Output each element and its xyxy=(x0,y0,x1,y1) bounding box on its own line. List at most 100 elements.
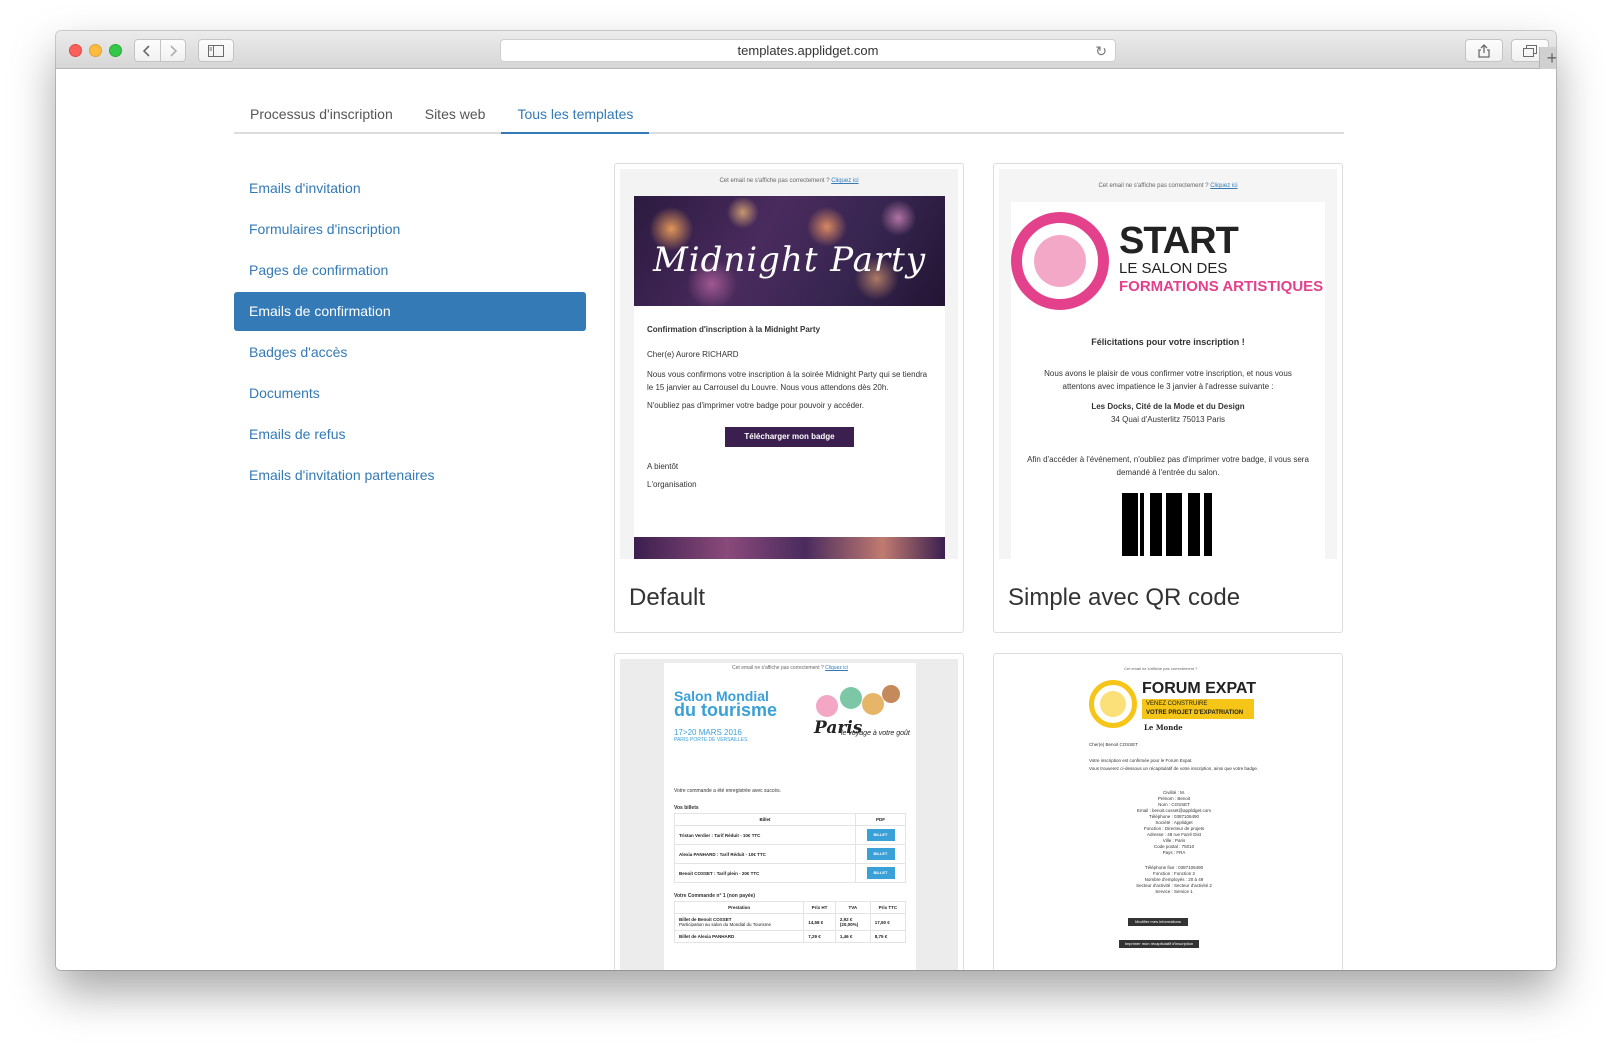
midnight-party-banner: Midnight Party xyxy=(634,196,945,306)
template-preview: Cet email ne s'affiche pas correctement … xyxy=(620,659,958,970)
order-table: Prestation Prix HT TVA Prix TTC Billet d… xyxy=(673,901,907,943)
browser-toolbar: templates.applidget.com ↻ xyxy=(56,31,1556,69)
tagline: le voyage à votre goût xyxy=(841,730,910,737)
ticket-name: Tristan Verdier : Tarif Réduit - 10€ TTC xyxy=(674,825,856,845)
maximize-window-button[interactable] xyxy=(109,44,122,57)
close-window-button[interactable] xyxy=(69,44,82,57)
history-nav xyxy=(134,39,186,62)
edit-info-button: Modifier mes informations xyxy=(1128,918,1188,926)
side-item-pages-confirmation[interactable]: Pages de confirmation xyxy=(234,251,586,290)
email-closing: A bientôt xyxy=(647,461,679,471)
logo-subtitle-2: FORMATIONS ARTISTIQUES xyxy=(1119,278,1324,295)
order-item-tva: 1,46 € xyxy=(834,930,871,943)
print-summary-button: Imprimer mon récapitulatif d'inscription xyxy=(1119,940,1199,948)
tickets-table: Billet PDF Tristan Verdier : Tarif Rédui… xyxy=(674,813,906,883)
order-success-text: Votre commande a été enregistrée avec su… xyxy=(674,788,782,794)
banner-footer xyxy=(634,537,945,559)
top-tabs: Processus d'inscription Sites web Tous l… xyxy=(234,97,1344,134)
email-display-note: Cet email ne s'affiche pas correctement … xyxy=(719,178,859,184)
partner-logo: Le Monde xyxy=(1144,723,1183,732)
tickets-label: Vos billets xyxy=(674,805,699,811)
email-reminder: Afin d'accéder à l'événement, n'oubliez … xyxy=(1027,455,1309,477)
email-display-note: Cet email ne s'affiche pas correctement … xyxy=(1098,183,1238,189)
template-category-nav: Emails d'invitation Formulaires d'inscri… xyxy=(234,169,586,497)
registration-fields: Civilité : M. Prénom : Benoit Nom : COSS… xyxy=(1136,790,1212,855)
forward-icon[interactable] xyxy=(161,40,186,61)
side-item-formulaires-inscription[interactable]: Formulaires d'inscription xyxy=(234,210,586,249)
billet-button: BILLET xyxy=(866,867,895,879)
order-item-ttc: 8,75 € xyxy=(869,930,907,943)
logo-subtitle-1: LE SALON DES xyxy=(1119,260,1228,277)
billet-button: BILLET xyxy=(866,829,895,841)
order-item-ttc: 17,50 € xyxy=(869,913,907,931)
email-body-text: Nous avons le plaisir de vous confirmer … xyxy=(1044,369,1292,391)
template-preview: Cet email ne s'affiche pas correctement … xyxy=(620,169,958,559)
email-reminder: N'oubliez pas d'imprimer votre badge pou… xyxy=(647,401,864,410)
qr-code xyxy=(1122,493,1212,556)
click-here-link: Cliquez ici xyxy=(825,665,848,671)
ticket-name: Alexia PANHARD : Tarif Réduit - 10€ TTC xyxy=(674,844,856,864)
ticket-name: Benoit COSSET : Tarif plein - 20€ TTC xyxy=(674,863,856,883)
side-item-documents[interactable]: Documents xyxy=(234,374,586,413)
forum-subtitle: VENEZ CONSTRUIRE VOTRE PROJET D'EXPATRIA… xyxy=(1142,699,1254,719)
order-label: Votre Commande n° 1 (non payée) xyxy=(674,893,756,899)
email-line-1: Votre inscription est confirmée pour le … xyxy=(1089,758,1193,763)
table-header: TVA xyxy=(834,901,871,914)
tab-tous-les-templates[interactable]: Tous les templates xyxy=(501,97,650,134)
side-item-emails-invitation[interactable]: Emails d'invitation xyxy=(234,169,586,208)
side-item-emails-refus[interactable]: Emails de refus xyxy=(234,415,586,454)
table-row: Benoit COSSET : Tarif plein - 20€ TTC BI… xyxy=(674,863,906,883)
sidebar-toggle-icon[interactable] xyxy=(198,39,234,62)
venue-name: Les Docks, Cité de la Mode et du Design xyxy=(1091,402,1245,411)
table-header: Prix TTC xyxy=(869,901,907,914)
template-title: Default xyxy=(629,584,706,611)
email-heading: Félicitations pour votre inscription ! xyxy=(1091,337,1245,347)
start-logo-icon xyxy=(1011,212,1109,310)
share-icon[interactable] xyxy=(1465,39,1503,62)
email-body-text: Nous vous confirmons votre inscription à… xyxy=(647,370,928,392)
table-header-row: Prestation Prix HT TVA Prix TTC xyxy=(673,901,907,914)
back-icon[interactable] xyxy=(135,40,161,61)
email-body: Cet email ne s'affiche pas correctement … xyxy=(1074,662,1294,970)
page-content: Processus d'inscription Sites web Tous l… xyxy=(56,69,1556,970)
order-item-ht: 7,29 € xyxy=(803,930,836,943)
table-row: Tristan Verdier : Tarif Réduit - 10€ TTC… xyxy=(674,825,906,845)
minimize-window-button[interactable] xyxy=(89,44,102,57)
table-header: Billet xyxy=(674,813,856,826)
table-row: Billet de Alexia PANHARD 7,29 € 1,46 € 8… xyxy=(673,930,907,943)
table-row: Alexia PANHARD : Tarif Réduit - 10€ TTC … xyxy=(674,844,906,864)
table-header-row: Billet PDF xyxy=(674,813,906,826)
tab-sites-web[interactable]: Sites web xyxy=(409,97,502,134)
side-item-emails-invitation-partenaires[interactable]: Emails d'invitation partenaires xyxy=(234,456,586,495)
template-card-default[interactable]: Cet email ne s'affiche pas correctement … xyxy=(614,163,964,633)
reload-icon[interactable]: ↻ xyxy=(1095,43,1107,60)
banner-title: Midnight Party xyxy=(652,240,927,280)
table-header: PDF xyxy=(855,813,906,826)
email-body: START LE SALON DES FORMATIONS ARTISTIQUE… xyxy=(1011,202,1325,559)
browser-window: templates.applidget.com ↻ + Processus d'… xyxy=(56,31,1556,970)
tab-processus-inscription[interactable]: Processus d'inscription xyxy=(234,97,409,134)
billet-button: BILLET xyxy=(866,848,895,860)
email-body: Cet email ne s'affiche pas correctement … xyxy=(664,663,916,970)
template-preview: Cet email ne s'affiche pas correctement … xyxy=(999,659,1337,970)
template-card-forum-expat[interactable]: Cet email ne s'affiche pas correctement … xyxy=(993,653,1343,970)
new-tab-icon[interactable]: + xyxy=(1539,47,1556,69)
side-item-emails-confirmation[interactable]: Emails de confirmation xyxy=(234,292,586,331)
template-card-qr-code[interactable]: Cet email ne s'affiche pas correctement … xyxy=(993,163,1343,633)
email-heading: Confirmation d'inscription à la Midnight… xyxy=(647,325,821,334)
email-greeting: Cher(e) Aurore RICHARD xyxy=(647,349,739,359)
address-bar[interactable]: templates.applidget.com ↻ xyxy=(500,39,1116,62)
order-item-tva-rate: (20,00%) xyxy=(839,922,859,927)
logo-title: START xyxy=(1119,220,1239,262)
email-greeting: Cher(e) Benoit COSSET xyxy=(1089,742,1139,747)
template-card-tourisme[interactable]: Cet email ne s'affiche pas correctement … xyxy=(614,653,964,970)
registration-fields-2: Téléphone fixe : 0387106490 Fonction : F… xyxy=(1136,865,1212,894)
forum-title: FORUM EXPAT xyxy=(1142,680,1257,697)
salon-place: PARIS PORTE DE VERSAILLES xyxy=(674,737,748,743)
order-item-desc: Participation au salon du Mondial du Tou… xyxy=(679,922,771,927)
side-item-badges-acces[interactable]: Badges d'accès xyxy=(234,333,586,372)
click-here-link: Cliquez ici xyxy=(1210,183,1238,189)
email-line-2: Vous trouverez ci-dessous un récapitulat… xyxy=(1089,766,1259,771)
table-header: Prestation xyxy=(673,901,805,914)
url-text: templates.applidget.com xyxy=(737,43,879,58)
